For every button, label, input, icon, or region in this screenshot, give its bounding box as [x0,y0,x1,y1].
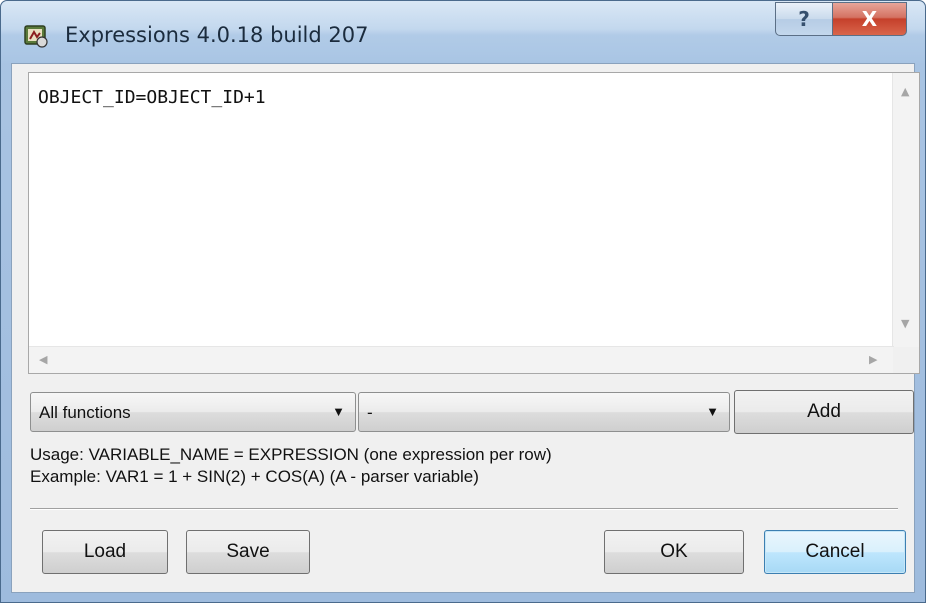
save-button[interactable]: Save [186,530,310,574]
usage-text: Usage: VARIABLE_NAME = EXPRESSION (one e… [30,445,552,464]
add-button-label: Add [807,401,841,422]
title-bar[interactable]: Expressions 4.0.18 build 207 ? X [1,1,925,63]
help-button[interactable]: ? [775,2,833,36]
function-category-value: All functions [39,403,131,422]
app-icon [24,25,48,48]
usage-help: Usage: VARIABLE_NAME = EXPRESSION (one e… [30,444,552,488]
help-icon: ? [798,7,810,31]
scroll-right-icon[interactable]: ▶ [869,353,877,366]
horizontal-scrollbar[interactable]: ◀ ▶ [29,346,894,373]
example-text: Example: VAR1 = 1 + SIN(2) + COS(A) (A -… [30,467,479,486]
close-icon: X [861,7,878,31]
save-button-label: Save [226,541,270,562]
function-select-combo[interactable]: - ▼ [358,392,730,432]
divider [30,508,898,510]
scroll-left-icon[interactable]: ◀ [39,353,47,366]
ok-button-label: OK [660,541,688,562]
cancel-button[interactable]: Cancel [764,530,906,574]
expressions-window: Expressions 4.0.18 build 207 ? X OBJECT_… [0,0,926,603]
window-title: Expressions 4.0.18 build 207 [65,23,369,47]
function-category-combo[interactable]: All functions ▼ [30,392,356,432]
cancel-button-label: Cancel [805,541,865,562]
vertical-scrollbar[interactable]: ▲ ▼ [892,73,919,348]
close-button[interactable]: X [832,2,907,36]
chevron-down-icon: ▼ [332,404,345,419]
load-button-label: Load [83,541,127,562]
function-select-value: - [367,403,373,422]
expression-editor[interactable]: OBJECT_ID=OBJECT_ID+1 ▲ ▼ ◀ ▶ [28,72,920,374]
scrollbar-corner [893,347,919,373]
expression-text[interactable]: OBJECT_ID=OBJECT_ID+1 [38,87,266,108]
dialog-client-area: OBJECT_ID=OBJECT_ID+1 ▲ ▼ ◀ ▶ All functi… [11,63,920,593]
ok-button[interactable]: OK [604,530,744,574]
chevron-down-icon: ▼ [706,404,719,419]
add-button[interactable]: Add [734,390,914,434]
scroll-up-icon[interactable]: ▲ [901,85,909,98]
scroll-down-icon[interactable]: ▼ [901,317,909,330]
load-button[interactable]: Load [42,530,168,574]
